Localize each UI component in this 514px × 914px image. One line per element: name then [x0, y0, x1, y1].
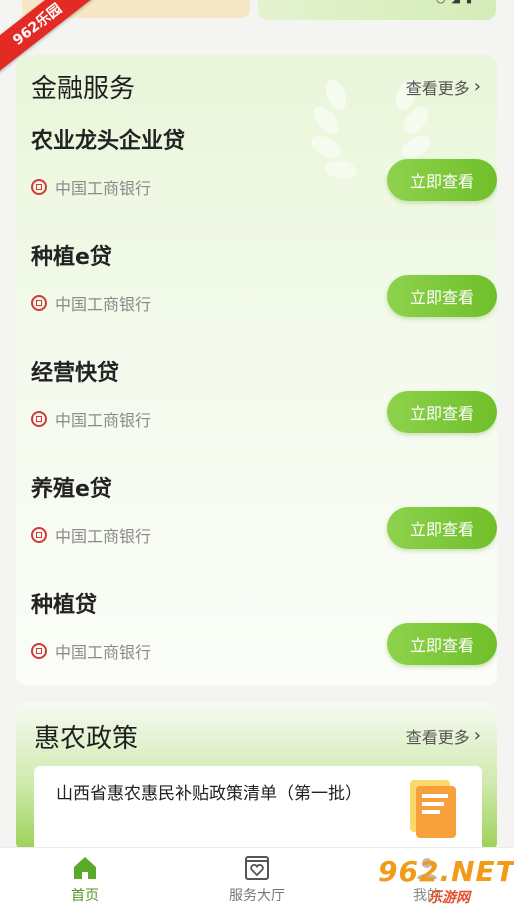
- loan-name: 养殖e贷: [31, 477, 112, 502]
- service-hall-icon: [245, 856, 269, 880]
- bank-name: 中国工商银行: [55, 527, 152, 546]
- bank-row: 中国工商银行: [31, 291, 151, 315]
- document-icon: [410, 780, 456, 838]
- bank-logo-icon: [31, 527, 47, 543]
- bank-name: 中国工商银行: [55, 179, 152, 198]
- policy-list-item[interactable]: 山西省惠农惠民补贴政策清单（第一批）: [34, 766, 482, 852]
- bank-logo-icon: [31, 295, 47, 311]
- bank-row: 中国工商银行: [31, 175, 151, 199]
- more-label: 查看更多: [405, 728, 470, 747]
- view-now-button[interactable]: 立即查看: [387, 623, 497, 665]
- top-card-right[interactable]: ⌖ ◔ ◢ ▮: [258, 0, 496, 20]
- wifi-icon: ◔: [436, 0, 446, 5]
- view-now-button[interactable]: 立即查看: [387, 159, 497, 201]
- bank-name: 中国工商银行: [55, 295, 152, 314]
- finance-section: 金融服务 查看更多 › 农业龙头企业贷 中国工商银行 立即查看 种植e贷 中国工…: [16, 55, 497, 685]
- view-now-button[interactable]: 立即查看: [387, 391, 497, 433]
- battery-icon: ▮: [466, 0, 472, 5]
- location-icon: ⌖: [424, 0, 430, 5]
- nav-home-label: 首页: [71, 888, 99, 904]
- loan-name: 经营快贷: [31, 361, 120, 386]
- nav-service-hall[interactable]: 服务大厅: [202, 848, 312, 914]
- view-now-button[interactable]: 立即查看: [387, 507, 497, 549]
- bank-name: 中国工商银行: [55, 411, 152, 430]
- watermark: 962.NET 乐游网: [378, 855, 514, 907]
- finance-title: 金融服务: [31, 74, 136, 104]
- view-now-button[interactable]: 立即查看: [387, 275, 497, 317]
- watermark-top: 962.NET: [378, 855, 514, 888]
- loan-name: 种植贷: [31, 593, 98, 618]
- loan-item[interactable]: 经营快贷 中国工商银行 立即查看: [31, 355, 497, 455]
- bank-row: 中国工商银行: [31, 407, 151, 431]
- chevron-right-icon: ›: [473, 725, 481, 746]
- watermark-bottom: 乐游网: [428, 890, 470, 906]
- loan-name: 农业龙头企业贷: [31, 129, 186, 154]
- finance-more-link[interactable]: 查看更多 ›: [406, 75, 481, 99]
- loan-name: 种植e贷: [31, 245, 112, 270]
- chevron-right-icon: ›: [473, 76, 481, 97]
- loan-item[interactable]: 种植贷 中国工商银行 立即查看: [31, 587, 497, 685]
- status-icons: ⌖ ◔ ◢ ▮: [424, 0, 472, 5]
- nav-service-hall-label: 服务大厅: [229, 888, 285, 904]
- policy-item-title: 山西省惠农惠民补贴政策清单（第一批）: [56, 784, 362, 804]
- loan-item[interactable]: 种植e贷 中国工商银行 立即查看: [31, 239, 497, 339]
- signal-icon: ◢: [451, 0, 459, 5]
- bank-row: 中国工商银行: [31, 639, 151, 663]
- nav-home[interactable]: 首页: [30, 848, 140, 914]
- policy-more-link[interactable]: 查看更多 ›: [406, 724, 481, 748]
- loan-item[interactable]: 养殖e贷 中国工商银行 立即查看: [31, 471, 497, 571]
- bank-logo-icon: [31, 643, 47, 659]
- bank-name: 中国工商银行: [55, 643, 152, 662]
- loan-item[interactable]: 农业龙头企业贷 中国工商银行 立即查看: [31, 123, 497, 223]
- more-label: 查看更多: [405, 79, 470, 98]
- policy-title: 惠农政策: [34, 724, 139, 754]
- home-icon: [74, 857, 96, 879]
- bank-logo-icon: [31, 411, 47, 427]
- bank-logo-icon: [31, 179, 47, 195]
- policy-section: 惠农政策 查看更多 › 山西省惠农惠民补贴政策清单（第一批）: [16, 702, 497, 852]
- bank-row: 中国工商银行: [31, 523, 151, 547]
